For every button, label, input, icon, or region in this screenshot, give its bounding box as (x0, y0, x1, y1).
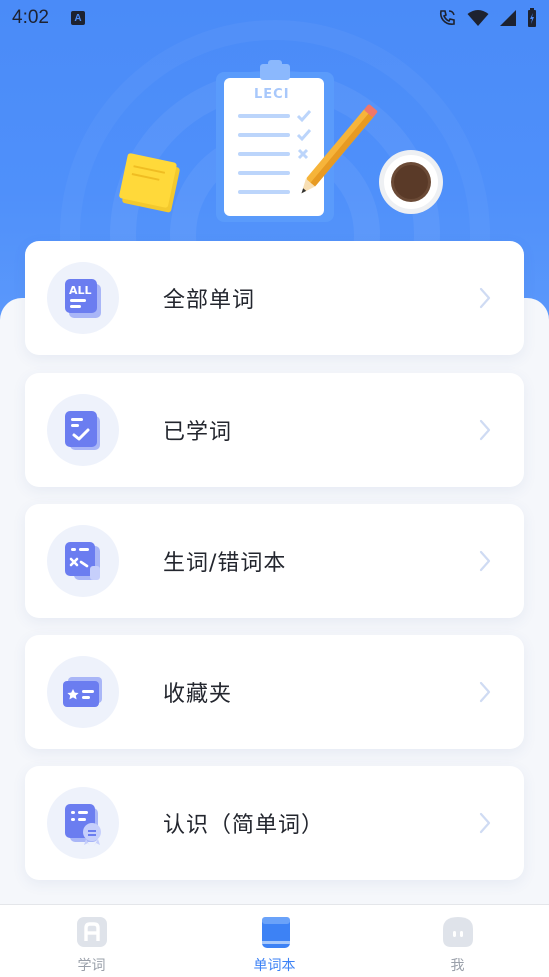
bottom-tab-bar: 学词 单词本 我 (0, 904, 549, 977)
all-words-icon-text: ALL (69, 284, 92, 297)
tab-profile[interactable]: 我 (366, 905, 549, 977)
menu-item-wrong-words[interactable]: 生词/错词本 (25, 504, 524, 618)
menu-item-label: 收藏夹 (163, 682, 233, 707)
menu-item-label: 已学词 (163, 420, 233, 445)
chevron-right-icon (479, 419, 491, 441)
favorites-icon (47, 656, 119, 728)
menu-item-favorites[interactable]: 收藏夹 (25, 635, 524, 749)
menu-item-label: 全部单词 (163, 288, 256, 313)
menu-item-all-words[interactable]: ALL 全部单词 (25, 241, 524, 355)
chevron-right-icon (479, 681, 491, 703)
learn-icon (76, 917, 107, 947)
chevron-right-icon (479, 550, 491, 572)
wrong-words-icon (47, 525, 119, 597)
all-words-icon: ALL (47, 262, 119, 334)
chevron-right-icon (479, 287, 491, 309)
menu-item-learned-words[interactable]: 已学词 (25, 373, 524, 487)
tab-label: 学词 (77, 958, 106, 974)
known-words-icon (47, 787, 119, 859)
menu-item-known-words[interactable]: 认识（简单词） (25, 766, 524, 880)
chevron-right-icon (479, 812, 491, 834)
menu-item-label: 生词/错词本 (163, 551, 287, 576)
profile-icon (442, 917, 473, 947)
wordbook-icon (261, 917, 290, 948)
clipboard-title: LECI (254, 87, 290, 102)
tab-learn[interactable]: 学词 (0, 905, 183, 977)
tab-label: 单词本 (253, 958, 296, 974)
tab-wordbook[interactable]: 单词本 (183, 905, 366, 977)
tab-label: 我 (450, 958, 465, 974)
learned-words-icon (47, 394, 119, 466)
menu-item-label: 认识（简单词） (163, 813, 325, 838)
